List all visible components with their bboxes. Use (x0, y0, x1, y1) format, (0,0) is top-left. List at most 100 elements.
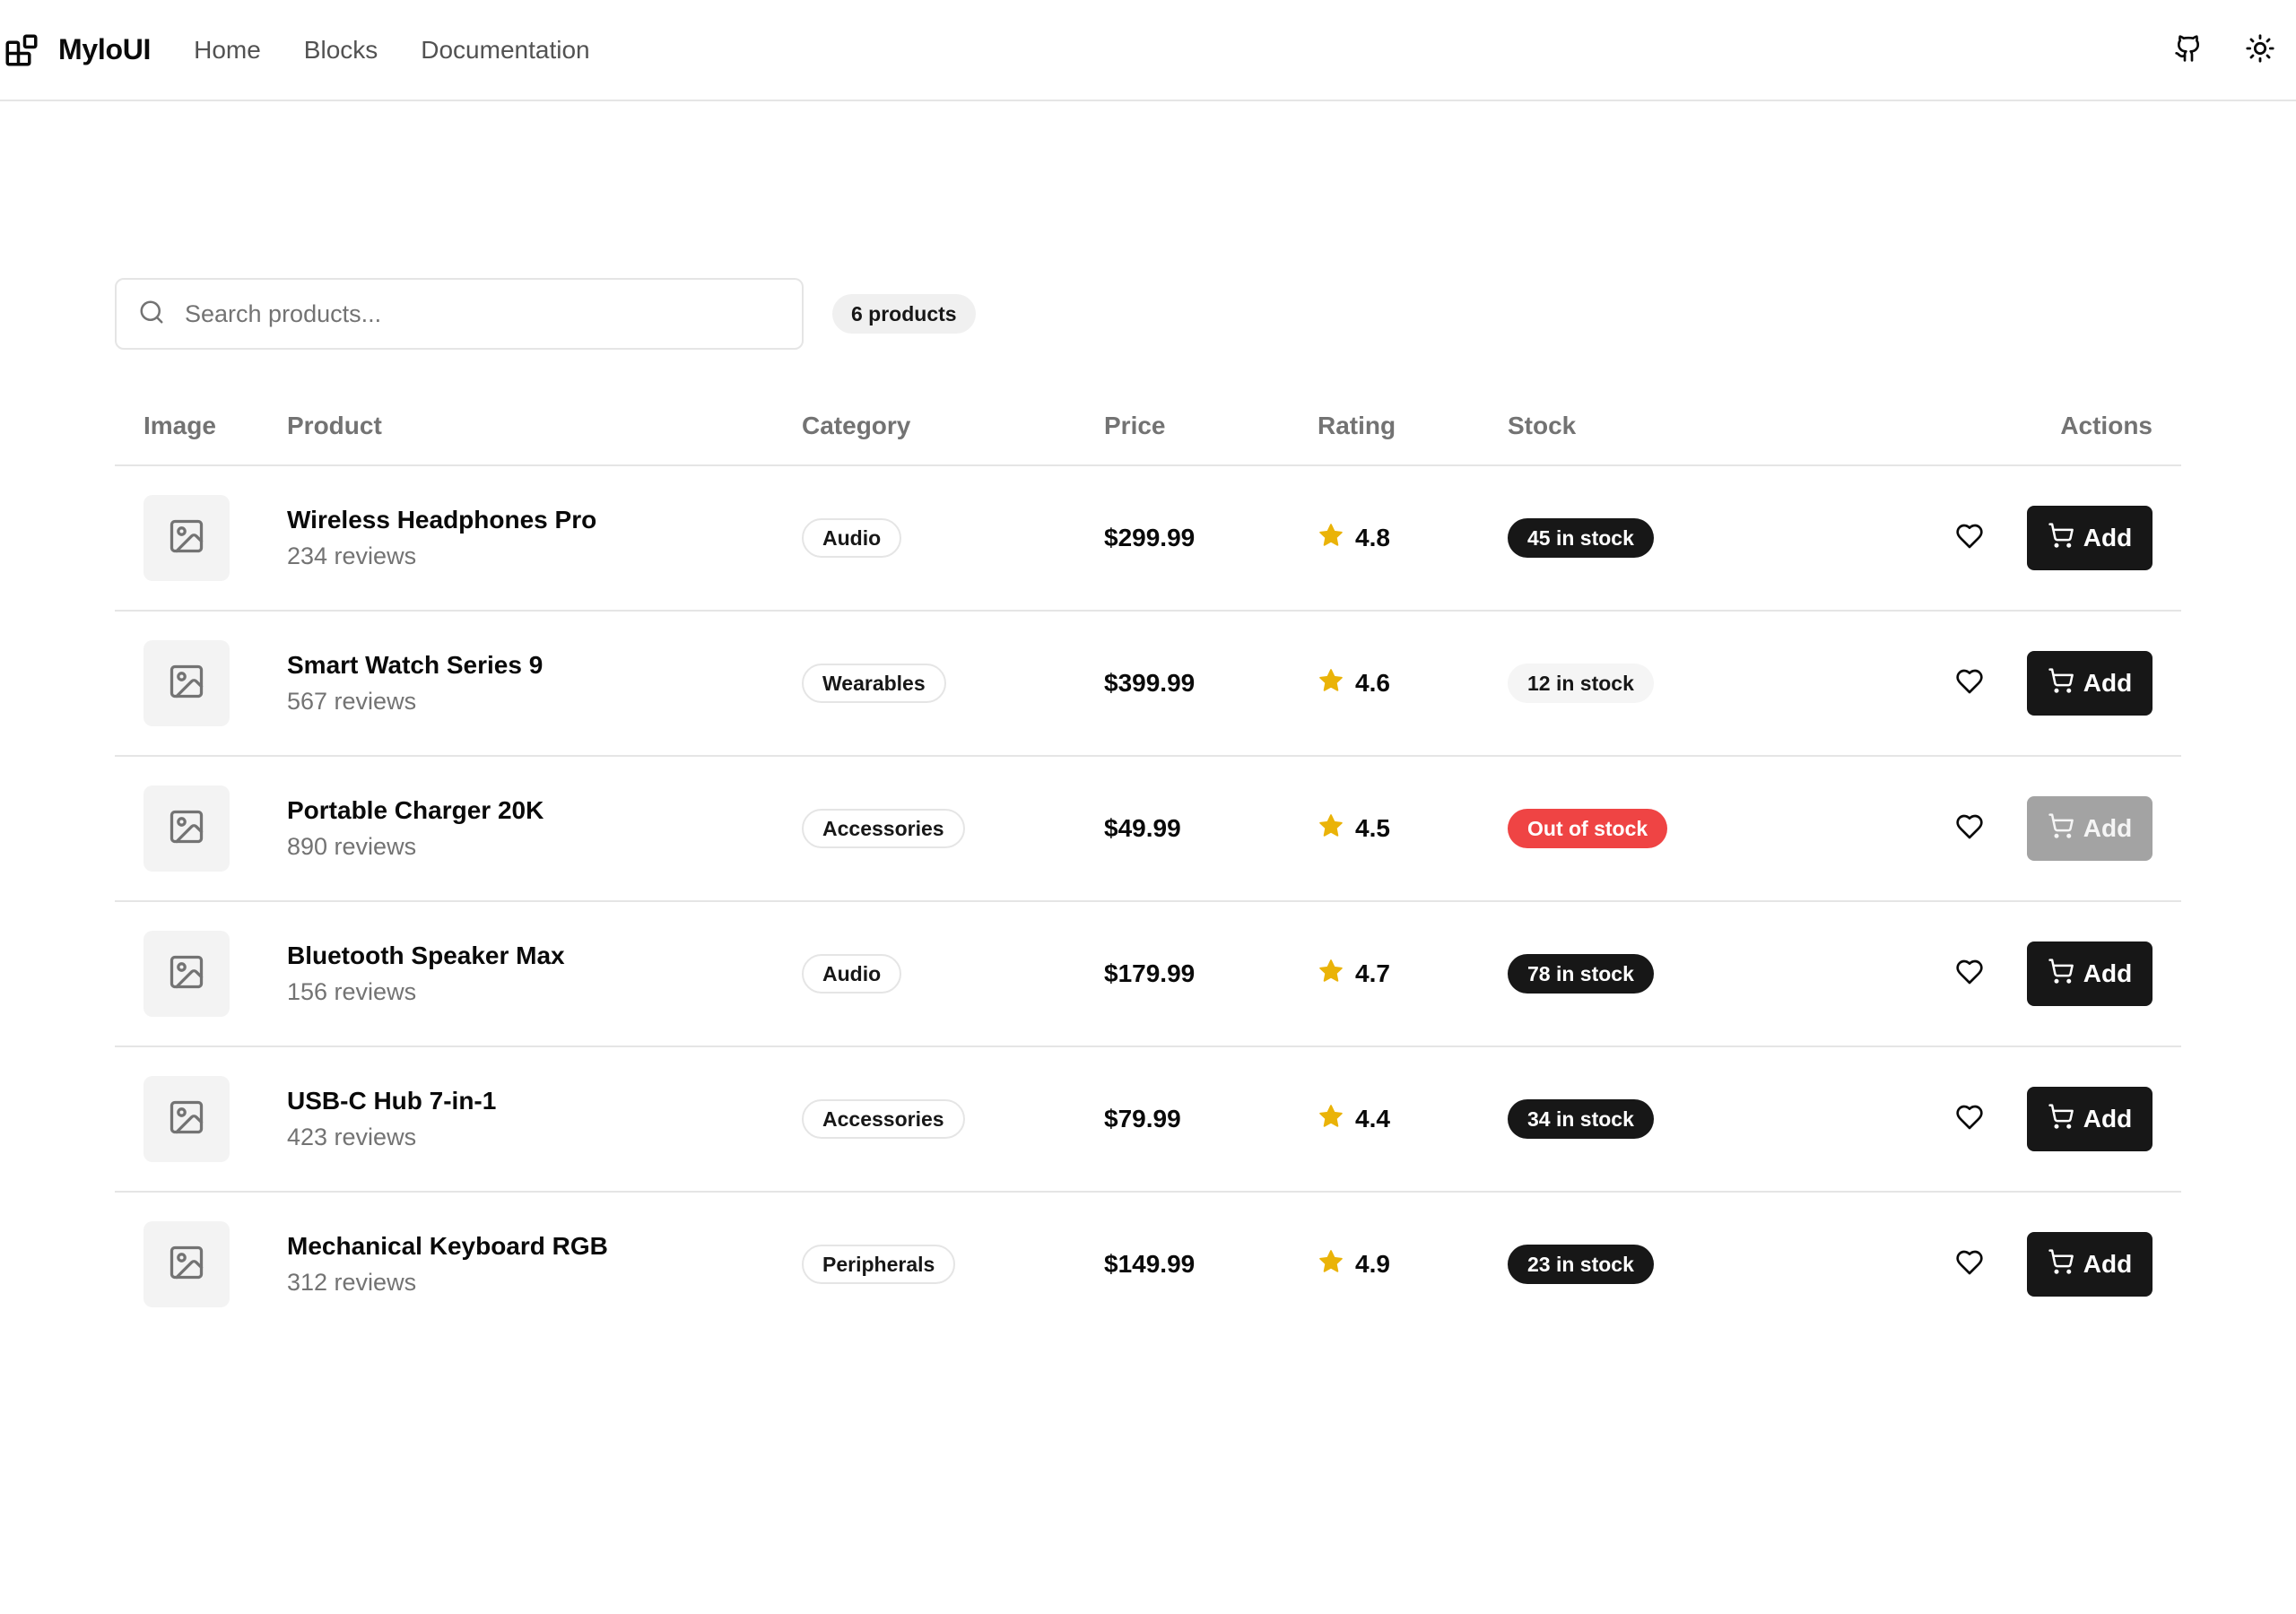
search-icon (138, 299, 165, 330)
product-price: $179.99 (1104, 959, 1196, 987)
heart-icon (1955, 1103, 1984, 1136)
product-thumbnail (144, 785, 230, 872)
nav-home[interactable]: Home (194, 36, 261, 65)
category-badge: Audio (802, 518, 902, 558)
image-cell (144, 757, 230, 900)
wishlist-button[interactable] (1944, 803, 1995, 854)
product-rating: 4.6 (1318, 667, 1390, 700)
nav-documentation[interactable]: Documentation (421, 36, 589, 65)
image-cell (144, 1047, 230, 1191)
github-icon (2174, 34, 2203, 67)
product-reviews: 156 reviews (287, 978, 417, 1005)
table-row: Bluetooth Speaker Max 156 reviews Audio … (115, 902, 2181, 1047)
product-name: Portable Charger 20K (287, 796, 544, 824)
heart-icon (1955, 958, 1984, 991)
rating-cell: 4.6 (1318, 612, 1390, 755)
wishlist-button[interactable] (1944, 1239, 1995, 1289)
category-cell: Peripherals (802, 1193, 956, 1336)
product-cell: Wireless Headphones Pro 234 reviews (287, 466, 596, 610)
table-row: Mechanical Keyboard RGB 312 reviews Peri… (115, 1193, 2181, 1338)
table-row: Wireless Headphones Pro 234 reviews Audi… (115, 466, 2181, 612)
stock-cell: 23 in stock (1508, 1193, 1654, 1336)
product-reviews: 234 reviews (287, 542, 417, 569)
product-price: $299.99 (1104, 524, 1196, 551)
search-box[interactable] (115, 278, 804, 350)
product-rating: 4.5 (1318, 812, 1390, 846)
col-header-category: Category (802, 412, 911, 439)
wishlist-button[interactable] (1944, 658, 1995, 708)
stock-badge: 78 in stock (1508, 954, 1654, 994)
product-reviews: 567 reviews (287, 688, 417, 715)
add-to-cart-button[interactable]: Add (2027, 651, 2152, 716)
image-cell (144, 902, 230, 1046)
rating-cell: 4.8 (1318, 466, 1390, 610)
product-price: $149.99 (1104, 1250, 1196, 1278)
stock-cell: Out of stock (1508, 757, 1668, 900)
product-name: Wireless Headphones Pro (287, 506, 597, 534)
add-to-cart-button[interactable]: Add (2027, 941, 2152, 1006)
category-badge: Audio (802, 954, 902, 994)
wishlist-button[interactable] (1944, 1094, 1995, 1144)
sun-icon (2245, 33, 2275, 68)
heart-icon (1955, 667, 1984, 700)
product-thumbnail (144, 495, 230, 581)
category-badge: Peripherals (802, 1245, 956, 1284)
add-to-cart-button[interactable]: Add (2027, 796, 2152, 861)
add-to-cart-button[interactable]: Add (2027, 506, 2152, 570)
table-header: Image Product Category Price Rating Stoc… (115, 386, 2181, 466)
cart-icon (2048, 1103, 2083, 1136)
wishlist-button[interactable] (1944, 949, 1995, 999)
product-thumbnail (144, 1221, 230, 1307)
nav-blocks[interactable]: Blocks (304, 36, 378, 65)
price-cell: $149.99 (1104, 1193, 1195, 1336)
add-button-label: Add (2083, 814, 2133, 842)
rating-value: 4.6 (1355, 669, 1390, 697)
col-header-stock: Stock (1508, 412, 1577, 439)
add-button-label: Add (2083, 524, 2133, 551)
col-header-product: Product (287, 412, 382, 439)
product-price: $79.99 (1104, 1105, 1181, 1132)
category-cell: Audio (802, 902, 902, 1046)
image-placeholder-icon (167, 952, 206, 996)
image-placeholder-icon (167, 1098, 206, 1141)
star-icon (1318, 522, 1355, 555)
add-button-label: Add (2083, 1105, 2133, 1132)
header-actions (2163, 0, 2296, 101)
actions-cell: Add (1944, 902, 2152, 1046)
stock-cell: 12 in stock (1508, 612, 1654, 755)
table-row: Portable Charger 20K 890 reviews Accesso… (115, 757, 2181, 902)
star-icon (1318, 667, 1355, 700)
stock-badge: 12 in stock (1508, 664, 1654, 703)
category-badge: Accessories (802, 1099, 965, 1139)
product-rating: 4.8 (1318, 522, 1390, 555)
price-cell: $49.99 (1104, 757, 1181, 900)
category-cell: Accessories (802, 1047, 965, 1191)
search-input[interactable] (185, 299, 759, 328)
image-placeholder-icon (167, 662, 206, 706)
image-placeholder-icon (167, 1243, 206, 1287)
rating-value: 4.9 (1355, 1250, 1390, 1278)
star-icon (1318, 1248, 1355, 1281)
col-header-actions: Actions (2060, 412, 2152, 439)
rating-value: 4.7 (1355, 959, 1390, 987)
rating-cell: 4.4 (1318, 1047, 1390, 1191)
heart-icon (1955, 1248, 1984, 1281)
wishlist-button[interactable] (1944, 513, 1995, 563)
brand-logo[interactable]: MyloUI (3, 31, 151, 69)
add-to-cart-button[interactable]: Add (2027, 1232, 2152, 1297)
heart-icon (1955, 522, 1984, 555)
star-icon (1318, 958, 1355, 991)
add-to-cart-button[interactable]: Add (2027, 1087, 2152, 1151)
theme-toggle-button[interactable] (2235, 26, 2285, 76)
price-cell: $299.99 (1104, 466, 1195, 610)
add-button-label: Add (2083, 1250, 2133, 1278)
github-button[interactable] (2163, 26, 2213, 76)
rating-value: 4.4 (1355, 1105, 1390, 1132)
stock-badge: 45 in stock (1508, 518, 1654, 558)
cart-icon (2048, 667, 2083, 700)
product-rating: 4.4 (1318, 1103, 1390, 1136)
product-name: Bluetooth Speaker Max (287, 941, 565, 969)
stock-cell: 34 in stock (1508, 1047, 1654, 1191)
rating-cell: 4.9 (1318, 1193, 1390, 1336)
price-cell: $79.99 (1104, 1047, 1181, 1191)
